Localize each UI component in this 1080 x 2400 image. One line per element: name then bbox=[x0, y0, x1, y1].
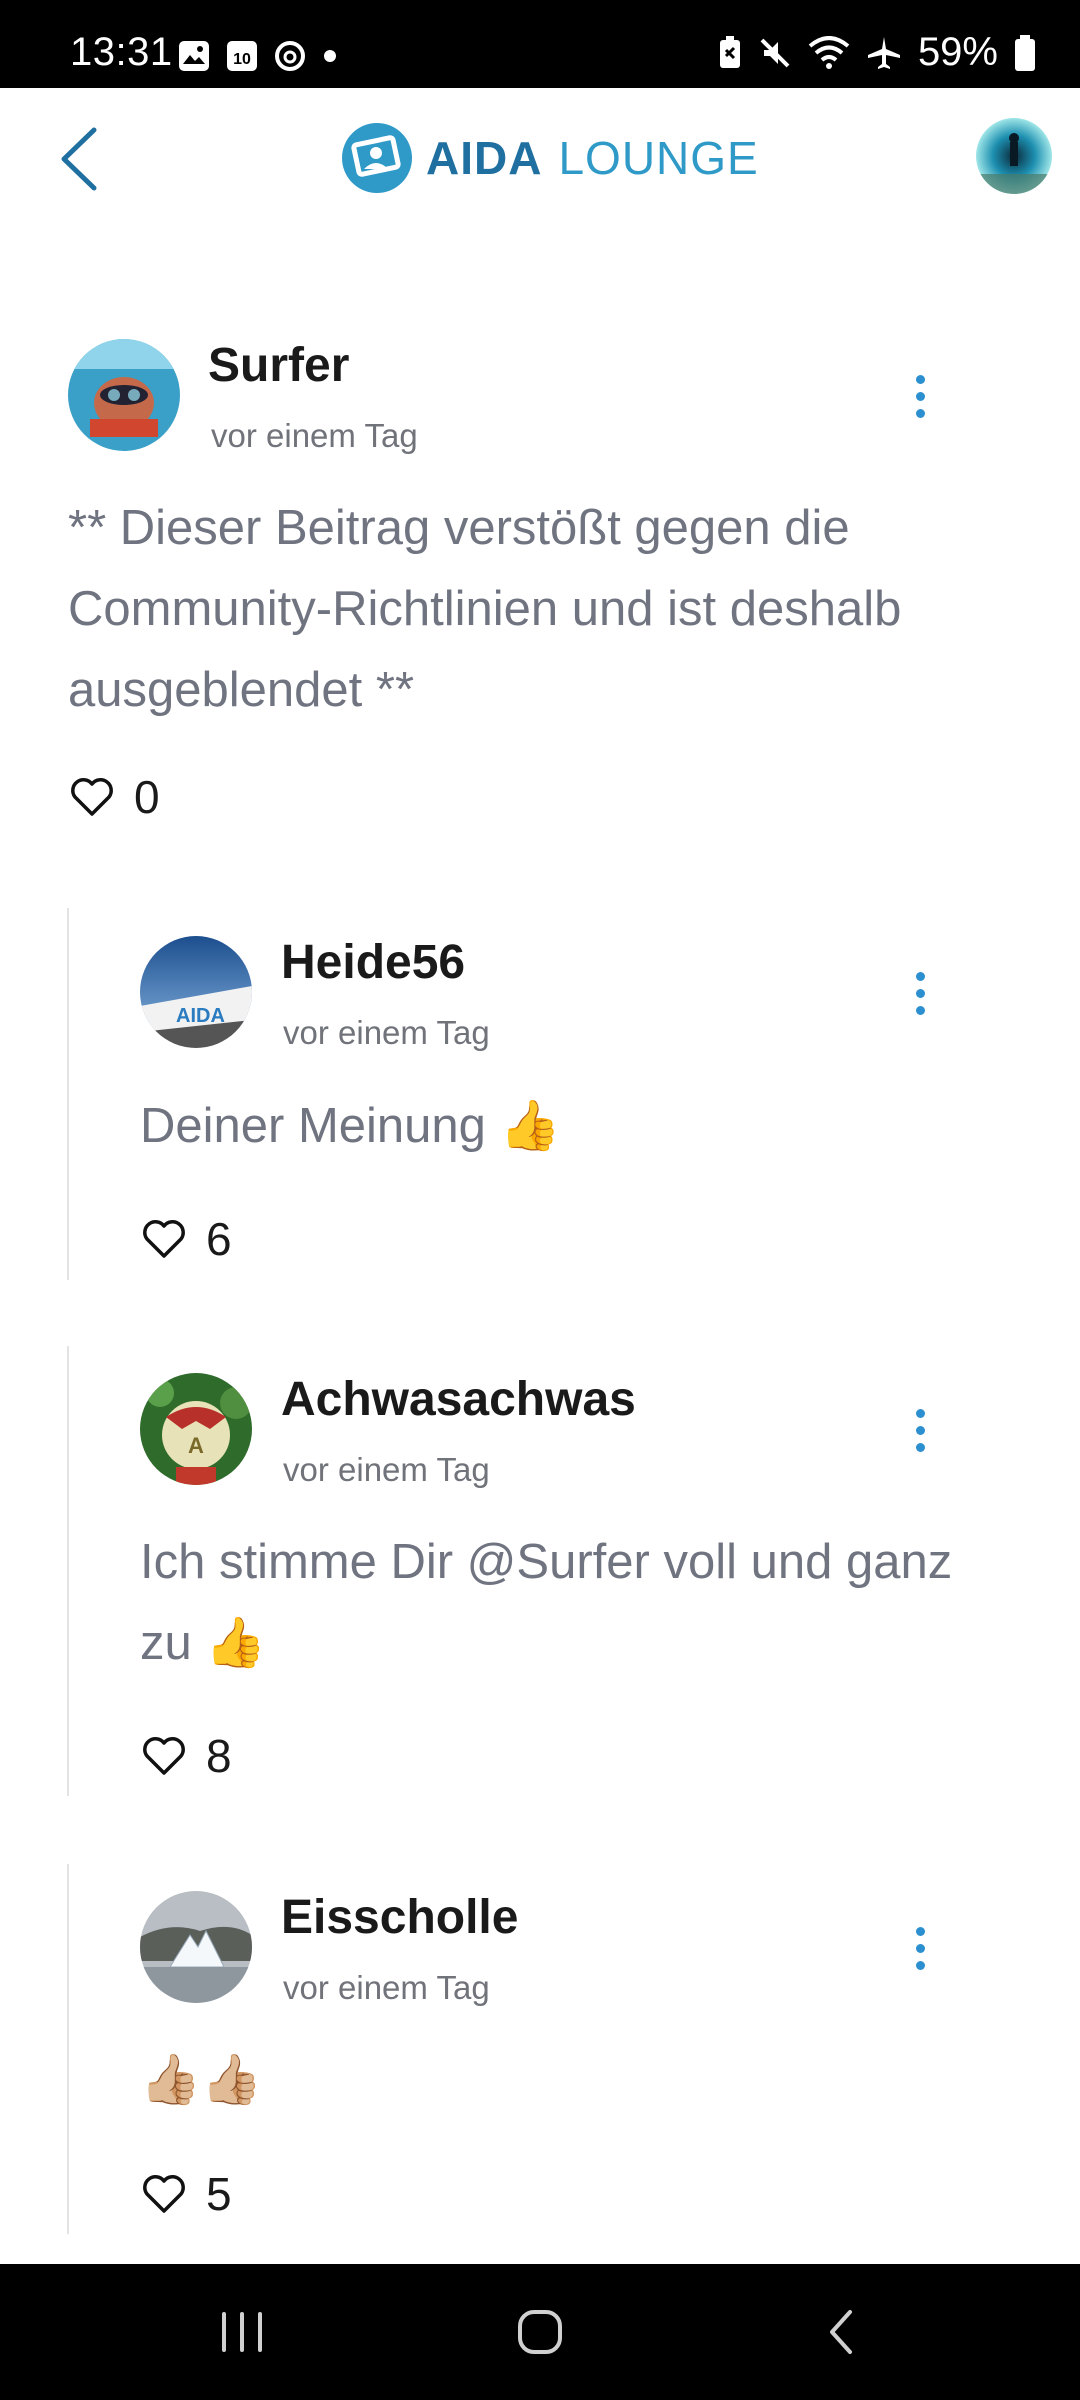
avatar[interactable]: A bbox=[140, 1373, 252, 1485]
avatar[interactable] bbox=[140, 1891, 252, 2003]
post-text-line: ** Dieser Beitrag verstößt gegen die bbox=[68, 501, 850, 555]
status-bar: 13:31 10 59% bbox=[0, 0, 1080, 88]
username[interactable]: Heide56 bbox=[281, 935, 465, 990]
airplane-icon bbox=[867, 36, 900, 69]
calendar-icon: 10 bbox=[227, 41, 257, 71]
post-text-line: Community-Richtlinien und ist deshalb bbox=[68, 582, 902, 636]
post-text: 👍🏼👍🏼 bbox=[140, 2040, 262, 2121]
gallery-icon bbox=[179, 41, 209, 71]
like-row: 8 bbox=[142, 1729, 232, 1783]
like-count: 8 bbox=[206, 1730, 232, 1782]
username[interactable]: Surfer bbox=[208, 338, 349, 393]
reply-thread-line bbox=[67, 908, 69, 1280]
dot-icon bbox=[324, 50, 336, 62]
like-row: 0 bbox=[70, 770, 160, 824]
battery-saver-icon bbox=[719, 35, 740, 68]
heart-icon[interactable] bbox=[70, 777, 114, 817]
profile-avatar[interactable] bbox=[976, 118, 1052, 194]
like-count: 5 bbox=[206, 2168, 232, 2220]
logo-text-lounge: LOUNGE bbox=[558, 132, 759, 184]
more-options-icon[interactable] bbox=[900, 366, 940, 426]
heart-icon[interactable] bbox=[142, 1219, 186, 1259]
like-row: 5 bbox=[142, 2167, 232, 2221]
svg-text:10: 10 bbox=[233, 51, 251, 68]
system-icons: 59% bbox=[718, 30, 1036, 75]
notification-icons: 10 bbox=[178, 40, 338, 72]
more-options-icon[interactable] bbox=[900, 1400, 940, 1460]
home-icon[interactable] bbox=[512, 2304, 568, 2360]
back-icon[interactable] bbox=[814, 2304, 870, 2360]
avatar[interactable]: AIDA bbox=[140, 936, 252, 1048]
logo-text-aida: AIDA bbox=[426, 132, 543, 184]
post-text-line: Deiner Meinung 👍 bbox=[140, 1099, 561, 1153]
back-arrow-icon[interactable] bbox=[50, 124, 110, 194]
username[interactable]: Eisscholle bbox=[281, 1890, 518, 1945]
like-count: 0 bbox=[134, 771, 160, 823]
battery-icon bbox=[1015, 34, 1035, 71]
more-options-icon[interactable] bbox=[900, 1918, 940, 1978]
like-row: 6 bbox=[142, 1212, 232, 1266]
post-text: Deiner Meinung 👍 bbox=[140, 1086, 561, 1167]
heart-icon[interactable] bbox=[142, 2174, 186, 2214]
timestamp: vor einem Tag bbox=[283, 1451, 490, 1488]
like-count: 6 bbox=[206, 1213, 232, 1265]
post-text: ** Dieser Beitrag verstößt gegen die Com… bbox=[68, 488, 901, 731]
timestamp: vor einem Tag bbox=[283, 1014, 490, 1051]
aida-lounge-logo[interactable]: AIDA LOUNGE bbox=[340, 118, 759, 198]
system-nav-bar bbox=[0, 2264, 1080, 2400]
threads-icon bbox=[275, 41, 305, 71]
post-text-line: zu 👍 bbox=[140, 1616, 267, 1670]
avatar[interactable] bbox=[68, 339, 180, 451]
heart-icon[interactable] bbox=[142, 1736, 186, 1776]
wifi-icon bbox=[808, 35, 850, 69]
mute-icon bbox=[760, 38, 790, 67]
app-header: AIDA LOUNGE bbox=[0, 88, 1080, 228]
timestamp: vor einem Tag bbox=[283, 1969, 490, 2006]
username[interactable]: Achwasachwas bbox=[281, 1372, 636, 1427]
status-time: 13:31 bbox=[70, 30, 173, 74]
aida-logo-icon bbox=[342, 123, 412, 193]
post-text: Ich stimme Dir @Surfer voll und ganz zu … bbox=[140, 1522, 952, 1684]
reply-thread-line bbox=[67, 1864, 69, 2234]
recent-apps-icon[interactable] bbox=[214, 2304, 270, 2360]
post-text-line: Ich stimme Dir @Surfer voll und ganz bbox=[140, 1535, 953, 1589]
svg-text:A: A bbox=[188, 1433, 204, 1458]
more-options-icon[interactable] bbox=[900, 963, 940, 1023]
timestamp: vor einem Tag bbox=[211, 417, 418, 454]
reply-thread-line bbox=[67, 1346, 69, 1796]
post-text-line: ausgeblendet ** bbox=[68, 663, 415, 717]
battery-percent: 59% bbox=[917, 30, 998, 74]
post-text-line: 👍🏼👍🏼 bbox=[140, 2053, 263, 2107]
